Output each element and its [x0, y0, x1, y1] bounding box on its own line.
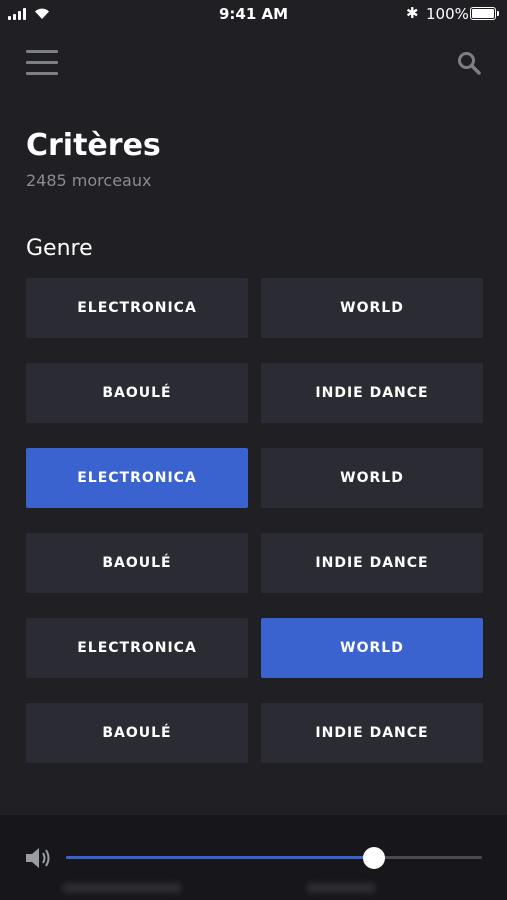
search-icon[interactable] — [456, 50, 482, 76]
genre-chip[interactable]: WORLD — [261, 278, 483, 338]
genre-chip[interactable]: INDIE DANCE — [261, 363, 483, 423]
volume-fill — [66, 856, 374, 859]
track-count: 2485 morceaux — [26, 171, 152, 190]
genre-chip[interactable]: ELECTRONICA — [26, 448, 248, 508]
section-title-genre: Genre — [26, 236, 93, 261]
status-bar: 9:41 AM ✱ 100% — [0, 0, 507, 28]
genre-chip[interactable]: INDIE DANCE — [261, 703, 483, 763]
genre-chip[interactable]: BAOULÉ — [26, 703, 248, 763]
player-bar — [0, 815, 507, 900]
battery-icon — [470, 7, 499, 20]
volume-icon[interactable] — [24, 845, 54, 871]
genre-chip[interactable]: WORLD — [261, 618, 483, 678]
blurred-content — [62, 883, 182, 893]
genre-chip[interactable]: BAOULÉ — [26, 533, 248, 593]
genre-chip[interactable]: WORLD — [261, 448, 483, 508]
genre-grid: ELECTRONICA WORLD BAOULÉ INDIE DANCE ELECTRO… — [26, 278, 483, 763]
genre-chip[interactable]: ELECTRONICA — [26, 618, 248, 678]
genre-chip[interactable]: ELECTRONICA — [26, 278, 248, 338]
battery-percent: 100% — [426, 5, 469, 23]
bluetooth-icon: ✱ — [406, 4, 419, 22]
page-title: Critères — [26, 128, 161, 163]
hamburger-menu-icon[interactable] — [26, 50, 58, 76]
blurred-track-label — [26, 823, 74, 841]
volume-slider[interactable] — [66, 847, 482, 869]
genre-chip[interactable]: INDIE DANCE — [261, 533, 483, 593]
volume-thumb[interactable] — [362, 847, 385, 869]
blurred-content — [306, 883, 376, 893]
genre-chip[interactable]: BAOULÉ — [26, 363, 248, 423]
